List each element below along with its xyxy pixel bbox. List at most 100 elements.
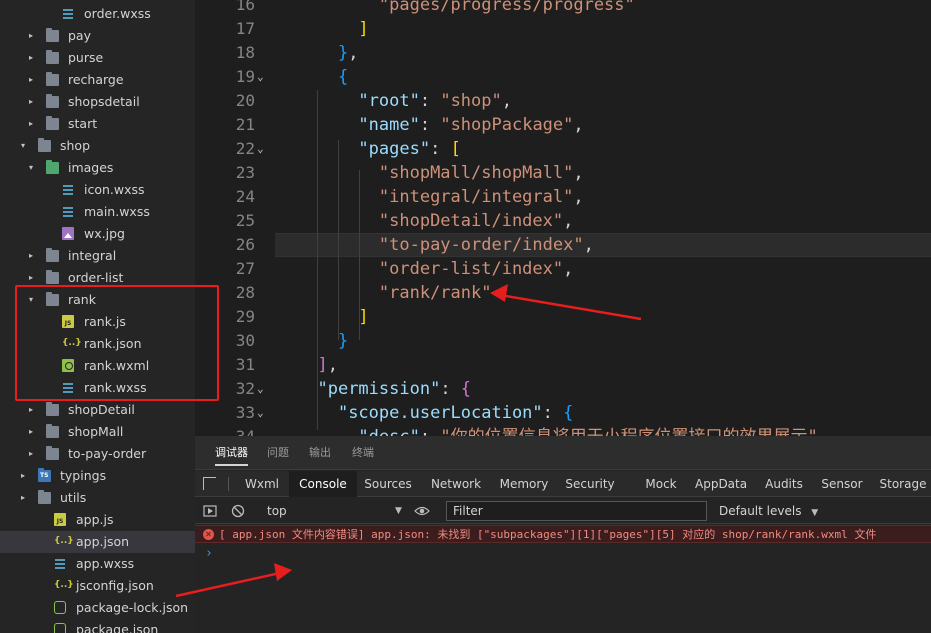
inspect-element-icon[interactable] (203, 477, 216, 490)
code-line[interactable]: 16 "pages/progress/progress" (195, 0, 931, 17)
devtools-tab-storage[interactable]: Storage (875, 471, 931, 497)
explorer-folder-shop[interactable]: ▾ shop (0, 135, 195, 157)
devtools-tab-console[interactable]: Console (289, 471, 357, 497)
code-line[interactable]: 28 "rank/rank" (195, 281, 931, 305)
log-levels-dropdown[interactable]: Default levels ▼ (719, 502, 818, 520)
code-text: "pages": [ (297, 137, 460, 161)
explorer-folder-to-pay-order[interactable]: ▸ to-pay-order (0, 443, 195, 465)
chevron-right-icon[interactable]: ▸ (26, 91, 36, 113)
devtools-tab-sources[interactable]: Sources (357, 471, 419, 497)
eye-icon[interactable] (414, 504, 430, 518)
explorer-file-app-wxss[interactable]: app.wxss (0, 553, 195, 575)
line-number: 16 (235, 0, 255, 14)
code-token: : (420, 427, 440, 436)
folder-icon (46, 402, 59, 416)
chevron-right-icon[interactable]: ▸ (26, 47, 36, 69)
explorer-file-icon-wxss[interactable]: icon.wxss (0, 179, 195, 201)
code-editor[interactable]: 16 "pages/progress/progress" 17 ] 18 }, 19 ⌄… (195, 0, 931, 436)
explorer-folder-purse[interactable]: ▸ purse (0, 47, 195, 69)
sidebar-toggle-icon[interactable] (203, 504, 217, 518)
explorer-file-order-wxss[interactable]: order.wxss (0, 3, 195, 25)
chevron-right-icon[interactable]: ▸ (18, 465, 28, 487)
chevron-down-icon[interactable]: ▾ (18, 135, 28, 157)
chevron-right-icon[interactable]: ▸ (26, 443, 36, 465)
fold-chevron-icon[interactable]: ⌄ (257, 137, 269, 161)
code-text: "root": "shop", (297, 89, 512, 113)
code-line[interactable]: 32 ⌄ "permission": { (195, 377, 931, 401)
line-number: 27 (235, 259, 255, 278)
code-line[interactable]: 33 ⌄ "scope.userLocation": { (195, 401, 931, 425)
code-line[interactable]: 22 ⌄ "pages": [ (195, 137, 931, 161)
devtools-tab-mock[interactable]: Mock (635, 471, 687, 497)
code-line[interactable]: 26 "to-pay-order/index", (195, 233, 931, 257)
explorer-folder-utils[interactable]: ▸ utils (0, 487, 195, 509)
explorer-folder-pay[interactable]: ▸ pay (0, 25, 195, 47)
explorer-file-app-json[interactable]: {..} app.json (0, 531, 195, 553)
devtools-tab-network[interactable]: Network (423, 471, 489, 497)
console-error-message[interactable]: ✕ [ app.json 文件内容错误] app.json: 未找到 ["sub… (195, 525, 931, 543)
panel-tab[interactable]: 输出 (309, 436, 331, 470)
explorer-file-jsconfig-json[interactable]: {..} jsconfig.json (0, 575, 195, 597)
code-line[interactable]: 19 ⌄ { (195, 65, 931, 89)
devtools-tab-security[interactable]: Security (559, 471, 621, 497)
code-line[interactable]: 20 "root": "shop", (195, 89, 931, 113)
chevron-right-icon[interactable]: ▸ (26, 421, 36, 443)
explorer-file-wx-jpg[interactable]: wx.jpg (0, 223, 195, 245)
fold-chevron-icon[interactable]: ⌄ (257, 377, 269, 401)
explorer-item-label: typings (60, 468, 107, 483)
code-line[interactable]: 31 ], (195, 353, 931, 377)
fold-chevron-icon[interactable]: ⌄ (257, 401, 269, 425)
code-line[interactable]: 25 "shopDetail/index", (195, 209, 931, 233)
explorer-item-label: pay (68, 28, 91, 43)
code-line[interactable]: 24 "integral/integral", (195, 185, 931, 209)
code-line[interactable]: 27 "order-list/index", (195, 257, 931, 281)
console-prompt[interactable]: › (205, 546, 213, 561)
explorer-folder-images[interactable]: ▾ images (0, 157, 195, 179)
chevron-right-icon[interactable]: ▸ (26, 245, 36, 267)
code-line[interactable]: 18 }, (195, 41, 931, 65)
code-line[interactable]: 23 "shopMall/shopMall", (195, 161, 931, 185)
code-line[interactable]: 17 ] (195, 17, 931, 41)
explorer-folder-start[interactable]: ▸ start (0, 113, 195, 135)
chevron-down-icon[interactable]: ▾ (26, 157, 36, 179)
panel-tab[interactable]: 调试器 (215, 436, 248, 470)
explorer-item-label: recharge (68, 72, 124, 87)
devtools-tab-sensor[interactable]: Sensor (815, 471, 869, 497)
fold-chevron-icon[interactable]: ⌄ (257, 65, 269, 89)
filter-input[interactable] (446, 501, 707, 521)
code-line[interactable]: 29 ] (195, 305, 931, 329)
explorer-folder-shopmall[interactable]: ▸ shopMall (0, 421, 195, 443)
explorer-item-label: start (68, 116, 98, 131)
code-line[interactable]: 30 } (195, 329, 931, 353)
explorer-file-app-js[interactable]: JS app.js (0, 509, 195, 531)
chevron-right-icon[interactable]: ▸ (26, 69, 36, 91)
explorer-file-package-lock-json[interactable]: package-lock.json (0, 597, 195, 619)
panel-tab[interactable]: 终端 (352, 436, 374, 470)
devtools-tab-appdata[interactable]: AppData (695, 471, 747, 497)
devtools-tab-wxml[interactable]: Wxml (235, 471, 289, 497)
explorer-file-package-json[interactable]: package.json (0, 619, 195, 633)
explorer-folder-shopsdetail[interactable]: ▸ shopsdetail (0, 91, 195, 113)
panel-tab[interactable]: 问题 (267, 436, 289, 470)
context-selector[interactable]: top ▼ (261, 502, 431, 520)
clear-console-icon[interactable] (231, 504, 245, 518)
json-file-icon: {..} (54, 580, 74, 590)
rank-folder-highlight-box (15, 285, 219, 401)
explorer-folder-shopdetail[interactable]: ▸ shopDetail (0, 399, 195, 421)
chevron-right-icon[interactable]: ▸ (26, 399, 36, 421)
explorer-file-main-wxss[interactable]: main.wxss (0, 201, 195, 223)
explorer-item-label: to-pay-order (68, 446, 147, 461)
code-line[interactable]: 21 "name": "shopPackage", (195, 113, 931, 137)
devtools-tab-audits[interactable]: Audits (755, 471, 813, 497)
chevron-right-icon[interactable]: ▸ (26, 25, 36, 47)
explorer-folder-integral[interactable]: ▸ integral (0, 245, 195, 267)
devtools-tab-memory[interactable]: Memory (489, 471, 559, 497)
chevron-right-icon[interactable]: ▸ (18, 487, 28, 509)
code-line[interactable]: 34 "desc": "你的位置信息将用于小程序位置接口的效果展示" (195, 425, 931, 436)
chevron-right-icon[interactable]: ▸ (26, 113, 36, 135)
explorer-folder-typings[interactable]: ▸ typings (0, 465, 195, 487)
explorer-item-label: shopDetail (68, 402, 135, 417)
explorer-folder-recharge[interactable]: ▸ recharge (0, 69, 195, 91)
